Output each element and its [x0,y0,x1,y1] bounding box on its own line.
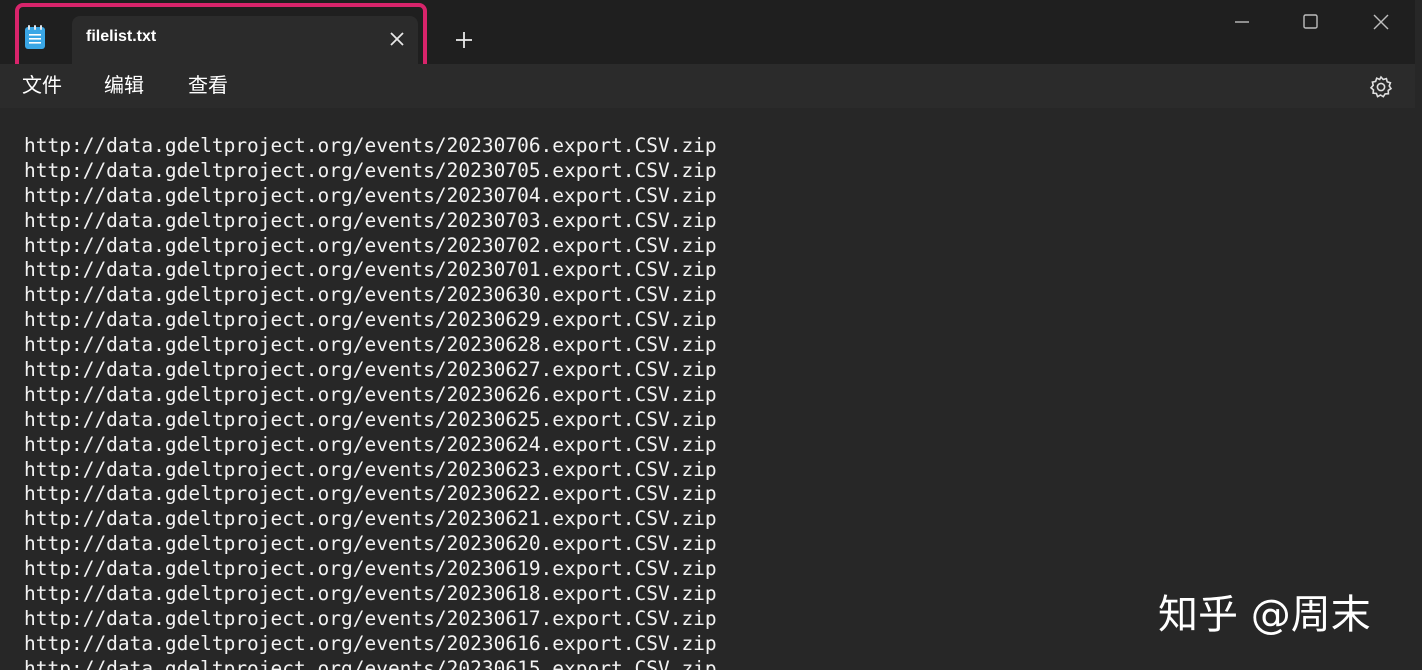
menu-edit[interactable]: 编辑 [104,72,144,100]
text-line: http://data.gdeltproject.org/events/2023… [24,183,717,207]
text-line: http://data.gdeltproject.org/events/2023… [24,258,717,282]
text-line: http://data.gdeltproject.org/events/2023… [24,482,717,506]
watermark: 知乎 @周末 [1158,592,1371,638]
text-line: http://data.gdeltproject.org/events/2023… [24,158,717,182]
menu-view[interactable]: 查看 [188,72,228,100]
gear-icon[interactable] [1366,72,1396,102]
text-line: http://data.gdeltproject.org/events/2023… [24,631,717,655]
text-line: http://data.gdeltproject.org/events/2023… [24,532,717,556]
text-line: http://data.gdeltproject.org/events/2023… [24,333,717,357]
text-line: http://data.gdeltproject.org/events/2023… [24,507,717,531]
menu-bar: 文件 编辑 查看 [0,64,1415,108]
text-line: http://data.gdeltproject.org/events/2023… [24,432,717,456]
text-line: http://data.gdeltproject.org/events/2023… [24,382,717,406]
text-line: http://data.gdeltproject.org/events/2023… [24,233,717,257]
tab-filelist[interactable]: filelist.txt [72,16,418,64]
tab-title: filelist.txt [86,28,157,45]
text-line: http://data.gdeltproject.org/events/2023… [24,208,717,232]
text-line: http://data.gdeltproject.org/events/2023… [24,606,717,630]
text-line: http://data.gdeltproject.org/events/2023… [24,283,717,307]
maximize-icon[interactable] [1287,6,1333,38]
close-icon[interactable] [1358,6,1404,38]
close-icon[interactable] [382,24,412,54]
text-line: http://data.gdeltproject.org/events/2023… [24,358,717,382]
plus-icon[interactable] [448,24,480,56]
text-line: http://data.gdeltproject.org/events/2023… [24,457,717,481]
text-line: http://data.gdeltproject.org/events/2023… [24,308,717,332]
title-bar: filelist.txt [0,0,1415,73]
text-line: http://data.gdeltproject.org/events/2023… [24,407,717,431]
notepad-icon [25,25,45,49]
text-line: http://data.gdeltproject.org/events/2023… [24,582,717,606]
text-line: http://data.gdeltproject.org/events/2023… [24,656,717,670]
minimize-icon[interactable] [1219,6,1265,38]
text-lines: http://data.gdeltproject.org/events/2023… [24,134,717,670]
text-line: http://data.gdeltproject.org/events/2023… [24,134,717,157]
notepad-window: filelist.txt 文件 编辑 查看 http://data.gdeltp… [0,0,1415,670]
text-line: http://data.gdeltproject.org/events/2023… [24,557,717,581]
menu-file[interactable]: 文件 [22,72,62,100]
